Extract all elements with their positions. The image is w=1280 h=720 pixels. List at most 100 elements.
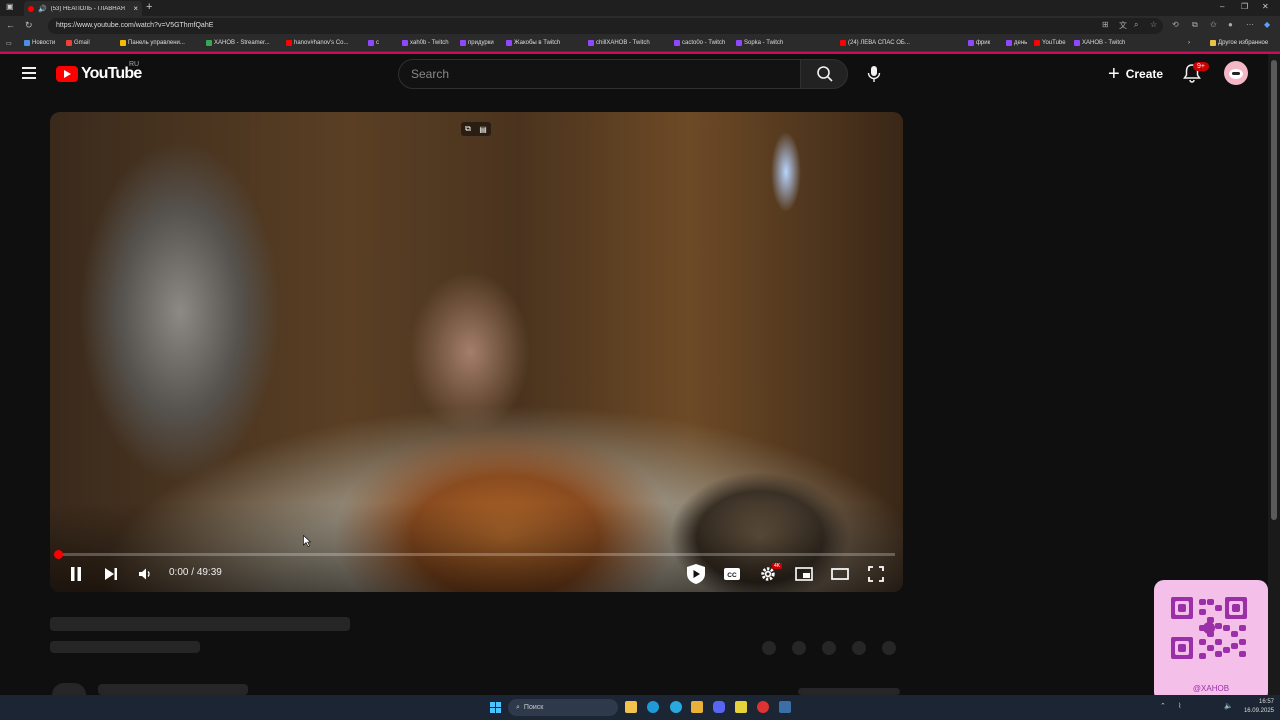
bookmark-item[interactable]: Gmail <box>66 40 90 46</box>
bookmark-item[interactable]: придурки <box>460 40 494 46</box>
minimize-icon[interactable]: – <box>1220 2 1224 11</box>
bookmark-favicon-icon <box>1006 40 1012 46</box>
progress-scrubber[interactable] <box>54 550 63 559</box>
miniplayer-icon <box>795 567 813 581</box>
search-input[interactable]: Search <box>398 59 801 89</box>
menu-dots-icon[interactable]: ⋯ <box>1246 20 1254 29</box>
bookmark-item[interactable]: xah0b - Twitch <box>402 40 449 46</box>
edge-browser-icon[interactable] <box>647 701 659 713</box>
bookmark-favicon-icon <box>206 40 212 46</box>
app-icon[interactable]: ⊞ <box>1102 20 1109 29</box>
bookmark-favicon-icon <box>968 40 974 46</box>
taskbar-search[interactable]: ⌕ Поиск <box>508 699 618 716</box>
subtitles-button[interactable]: CC <box>722 564 742 584</box>
sponsorblock-button[interactable] <box>684 564 708 584</box>
bookmark-item[interactable]: Жакобы в Twitch <box>506 40 560 46</box>
bookmark-label: xah0b - Twitch <box>410 40 449 46</box>
new-tab-button[interactable]: + <box>146 1 152 13</box>
pip-icon[interactable]: ⧉ <box>465 124 471 134</box>
bookmark-favicon-icon <box>1034 40 1040 46</box>
next-button[interactable] <box>101 564 121 584</box>
app-icon[interactable] <box>735 701 747 713</box>
bookmark-item[interactable]: chillХАНОВ - Twitch <box>588 40 650 46</box>
scrollbar-thumb[interactable] <box>1271 60 1277 520</box>
qr-label: @ХАНОВ <box>1192 684 1230 693</box>
time-display: 0:00 / 49:39 <box>169 567 222 578</box>
browser-tab-active[interactable]: 🔊 (53) НЕАПОЛЬ - ГЛАВНАЯ × <box>24 1 142 16</box>
bookmark-item[interactable]: ХАНОВ - Streamer... <box>206 40 270 46</box>
title-placeholder <box>50 617 350 631</box>
zoom-icon[interactable]: ⌕ <box>1134 20 1138 30</box>
bookmark-item[interactable]: Sopka - Twitch <box>736 40 783 46</box>
bookmark-item[interactable]: c <box>368 40 379 46</box>
extension-icon[interactable]: ⟲ <box>1172 20 1179 29</box>
reload-icon[interactable]: ↻ <box>25 20 33 31</box>
network-icon[interactable]: ⌇ <box>1178 702 1181 710</box>
bookmark-item[interactable]: cacto0o - Twitch <box>674 40 725 46</box>
windows-taskbar: ⌕ Поиск ⌃ ⌇ 🔈 16:57 16.09.2025 <box>0 695 1280 720</box>
taskbar-clock[interactable]: 16:57 16.09.2025 <box>1240 698 1274 716</box>
pip-controls[interactable]: ⧉ ▤ <box>461 122 491 136</box>
bookmarks-menu-icon[interactable]: ▭ <box>6 40 12 47</box>
channel-name-placeholder <box>98 684 248 695</box>
volume-tray-icon[interactable]: 🔈 <box>1224 702 1233 710</box>
bookmark-item[interactable]: Панель управлени... <box>120 40 185 46</box>
subtitles-icon: CC <box>724 568 740 580</box>
fullscreen-button[interactable] <box>866 564 886 584</box>
quality-badge: 4K <box>772 563 783 569</box>
steam-icon[interactable] <box>779 701 791 713</box>
close-window-icon[interactable]: ✕ <box>1262 2 1269 11</box>
bookmarks-bar: ▭ Новости Gmail Панель управлени... ХАНОВ -… <box>0 36 1280 52</box>
volume-button[interactable] <box>135 564 155 584</box>
youtube-play-icon <box>56 66 78 82</box>
extensions-puzzle-icon[interactable]: ⧉ <box>1192 20 1198 30</box>
subscribe-placeholder <box>798 688 900 695</box>
tray-chevron-icon[interactable]: ⌃ <box>1160 702 1166 710</box>
close-tab-icon[interactable]: × <box>133 4 138 13</box>
url-input[interactable]: https://www.youtube.com/watch?v=V5GThmfQ… <box>48 18 1163 34</box>
bookmark-star-icon[interactable]: ☆ <box>1150 20 1157 29</box>
notifications-badge: 9+ <box>1193 62 1209 71</box>
search-button[interactable] <box>800 59 848 89</box>
bookmark-item[interactable]: Новости <box>24 40 55 46</box>
bookmark-item[interactable]: ХАНОВ - Twitch <box>1074 40 1125 46</box>
restore-icon[interactable]: ❐ <box>1241 2 1248 11</box>
windows-start-icon[interactable] <box>490 702 501 713</box>
tab-actions-icon[interactable]: ▣ <box>6 2 14 11</box>
avatar[interactable] <box>1224 61 1248 85</box>
audio-playing-icon[interactable]: 🔊 <box>38 5 47 13</box>
pause-button[interactable] <box>66 564 86 584</box>
next-icon <box>105 568 117 580</box>
action-placeholder <box>792 641 806 655</box>
progress-bar[interactable] <box>58 553 895 556</box>
microphone-icon[interactable] <box>866 65 882 83</box>
discord-icon[interactable] <box>713 701 725 713</box>
bookmark-favicon-icon <box>402 40 408 46</box>
popout-icon[interactable]: ▤ <box>479 125 487 134</box>
back-icon[interactable]: ← <box>6 20 15 30</box>
favorites-icon[interactable]: ✩ <box>1210 20 1217 29</box>
other-bookmarks[interactable]: Другое избранное <box>1210 40 1268 46</box>
translate-icon[interactable]: 文 <box>1119 20 1127 31</box>
bookmark-label: chillХАНОВ - Twitch <box>596 40 650 46</box>
copilot-icon[interactable]: ◆ <box>1264 20 1270 29</box>
menu-hamburger-icon[interactable] <box>22 67 36 79</box>
bookmark-item[interactable]: hanov#hanov's Co... <box>286 40 349 46</box>
bookmark-item[interactable]: фрик <box>968 40 990 46</box>
bookmark-item[interactable]: YouTube <box>1034 40 1066 46</box>
app-icon[interactable] <box>757 701 769 713</box>
create-button[interactable]: + Create <box>1104 61 1167 87</box>
bookmark-label: cacto0o - Twitch <box>682 40 726 46</box>
miniplayer-button[interactable] <box>794 564 814 584</box>
profile-icon[interactable]: ● <box>1228 20 1233 29</box>
app-icon[interactable] <box>691 701 703 713</box>
telegram-icon[interactable] <box>670 701 682 713</box>
file-explorer-icon[interactable] <box>625 701 637 713</box>
bookmarks-more-icon[interactable]: › <box>1188 40 1190 46</box>
video-player[interactable]: ⧉ ▤ 0:00 / 49:39 CC 4K <box>50 112 903 592</box>
theater-mode-button[interactable] <box>830 564 850 584</box>
bookmark-label: ХАНОВ - Streamer... <box>214 40 270 46</box>
bookmark-favicon-icon <box>66 40 72 46</box>
bookmark-item[interactable]: (24) ЛЕВА СПАС ОБ... <box>840 40 910 46</box>
bookmark-item[interactable]: день <box>1006 40 1027 46</box>
